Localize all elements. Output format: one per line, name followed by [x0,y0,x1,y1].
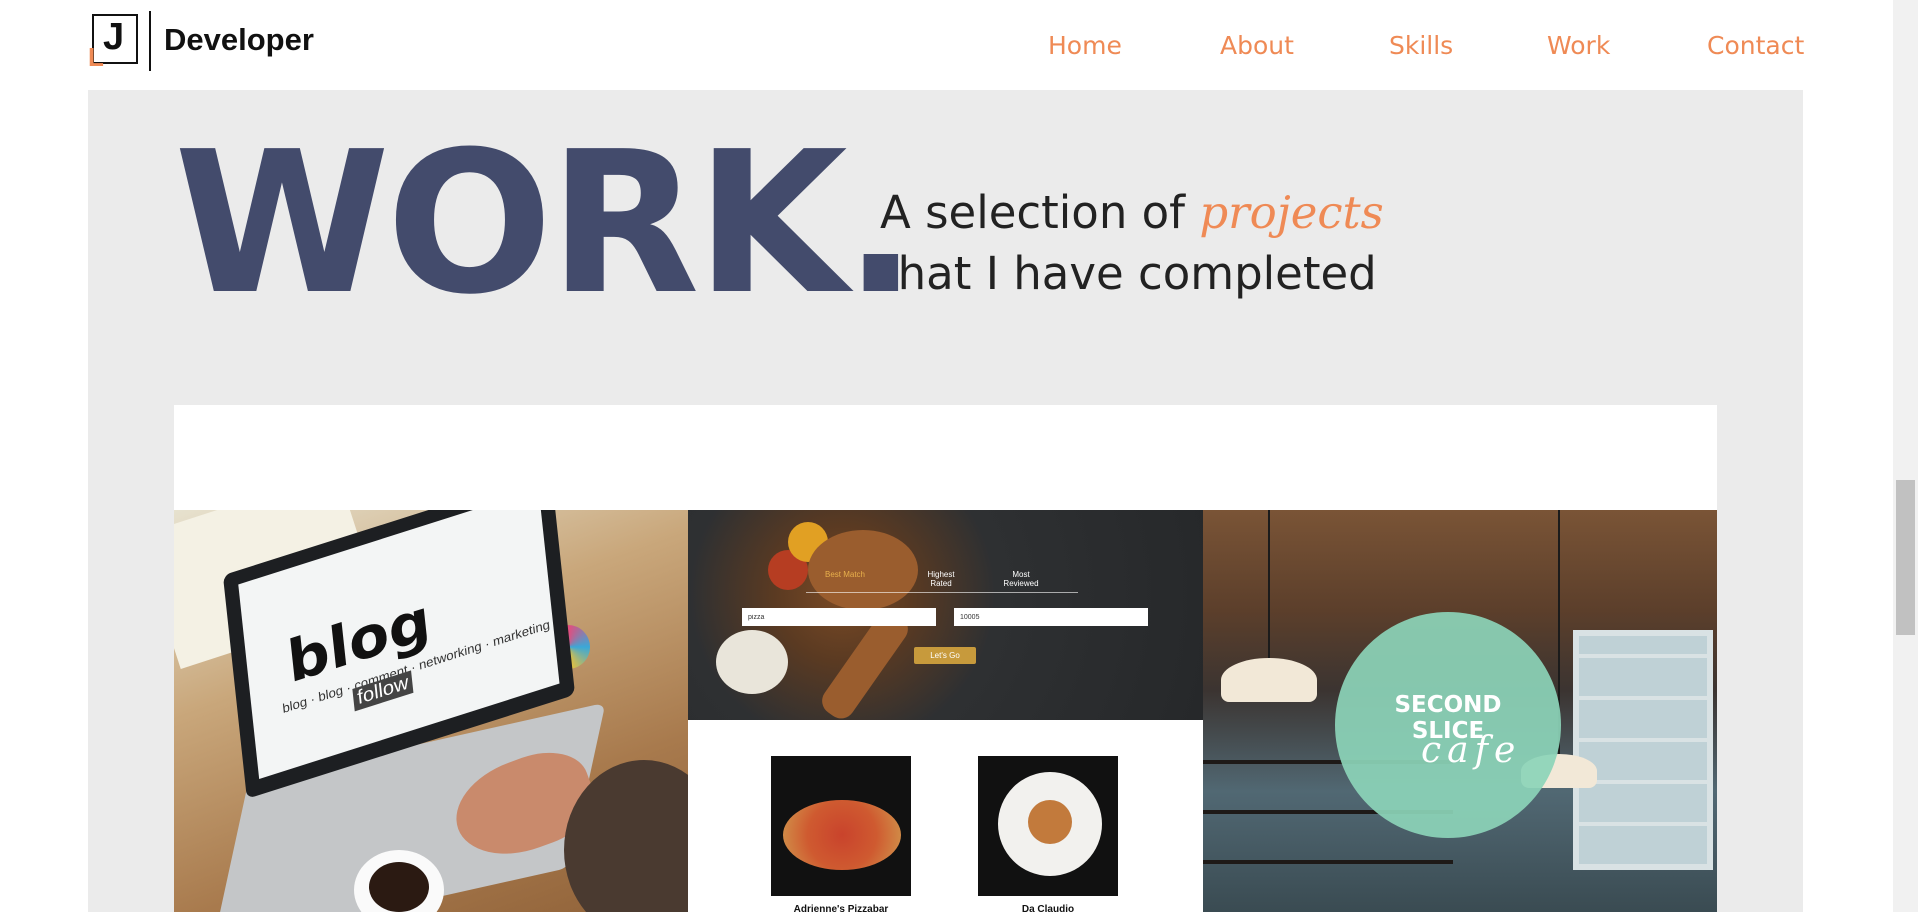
nav-link-home[interactable]: Home [1048,26,1122,66]
cafe-logo-badge: SECOND SLICE cafe [1335,612,1561,838]
logo-mark-icon: J L [88,14,140,70]
logo-text: Developer [164,22,314,57]
zip-code-input[interactable] [954,608,1148,626]
food-hero-image: Best Match Highest Rated Most Reviewed L… [688,510,1203,724]
tagline-prefix: A selection of [880,186,1200,239]
result-image-dish [978,756,1118,896]
lets-go-button[interactable]: Let's Go [914,647,976,664]
garlic-decoration [716,630,788,694]
projects-band [174,405,1717,515]
nav-link-work[interactable]: Work [1547,26,1610,66]
nav-link-skills[interactable]: Skills [1389,26,1453,66]
desk-photo: blog blog · blog · comment · networking … [174,510,688,912]
tab-highest-rated[interactable]: Highest Rated [916,570,966,588]
result-name: Da Claudio [1021,904,1075,912]
result-card[interactable]: Adrienne's Pizzabar [771,756,911,912]
plate-photo [998,772,1102,876]
project-tile-restaurant-search[interactable]: Best Match Highest Rated Most Reviewed L… [688,510,1203,912]
logo-divider [149,11,151,71]
result-card[interactable]: Da Claudio [978,756,1118,912]
site-header: J L Developer Home About Skills Work Con… [0,0,1893,90]
cafe-logo-script: cafe [1421,730,1522,771]
work-section: WORK. A selection of projects that I hav… [88,90,1803,912]
work-tagline: A selection of projects that I have comp… [880,182,1384,304]
logo-letter-l: L [88,42,104,72]
cafe-shelf [1203,860,1453,864]
site-logo[interactable]: J L Developer [88,11,320,71]
project-tile-blog[interactable]: blog blog · blog · comment · networking … [174,510,688,912]
project-tile-second-slice-cafe[interactable]: SECOND SLICE cafe [1203,510,1717,912]
main-nav: Home About Skills Work Contact [1048,26,1804,66]
cafe-logo-line1: SECOND [1394,692,1502,718]
cafe-window [1573,630,1713,870]
logo-letter-j: J [103,16,125,58]
lamp-cord [1268,510,1270,660]
tagline-accent: projects [1199,186,1384,239]
sort-tabs: Best Match Highest Rated Most Reviewed [806,570,1078,593]
nav-link-contact[interactable]: Contact [1707,26,1804,66]
tab-best-match[interactable]: Best Match [820,570,870,579]
tagline-line2: that I have completed [880,247,1377,300]
result-image-pizza [771,756,911,896]
nav-link-about[interactable]: About [1220,26,1294,66]
search-term-input[interactable] [742,608,936,626]
scrollbar-thumb[interactable] [1896,480,1915,635]
work-heading: WORK. [174,110,918,338]
cafe-interior-photo: SECOND SLICE cafe [1203,510,1717,912]
tab-most-reviewed[interactable]: Most Reviewed [996,570,1046,588]
pizza-photo [783,800,901,870]
page-scrollbar[interactable] [1893,0,1918,912]
pendant-lamp-icon [1221,658,1317,702]
result-name: Adrienne's Pizzabar [793,904,889,912]
